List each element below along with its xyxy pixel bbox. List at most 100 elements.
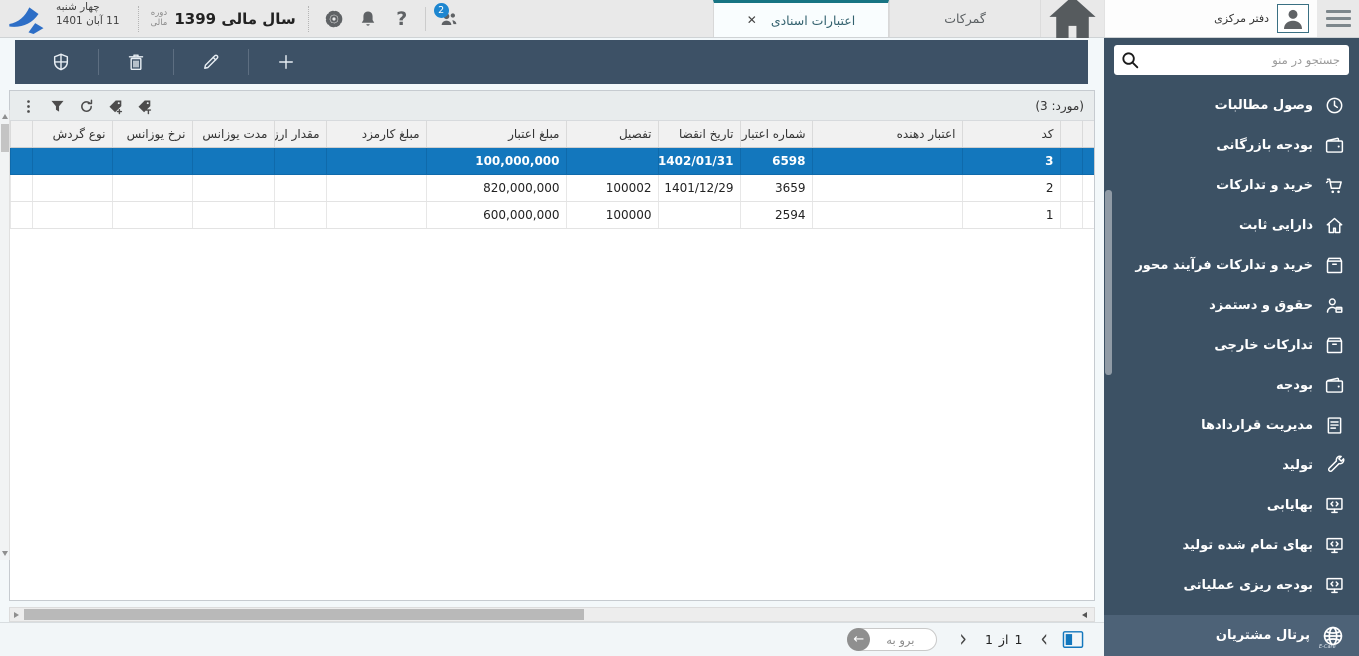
sidebar-item-label: وصول مطالبات [1215,98,1313,113]
permissions-button[interactable] [35,52,87,72]
sidebar-item[interactable]: حقوق و دستمزد [1104,285,1359,325]
table-row[interactable]: 236591401/12/29100002820,000,000 [11,174,1095,201]
card-view-toggle-icon[interactable] [1062,630,1084,650]
sidebar-item[interactable]: تولید [1104,445,1359,485]
home-button[interactable] [1040,0,1104,37]
column-header[interactable]: تاریخ انقضا [658,121,740,147]
settings-button[interactable] [317,0,351,37]
command-toolbar [15,40,1088,84]
sidebar-item[interactable]: تدارکات خارجی [1104,325,1359,365]
cart-icon [1324,175,1345,196]
table-cell: 100,000,000 [426,147,566,174]
column-header[interactable]: نرخ یوزانس [112,121,192,147]
table-cell [274,174,326,201]
credits-table: کداعتبار دهندهشماره اعتبارتاریخ انقضاتفص… [10,121,1094,229]
tag-filter-icon[interactable] [134,96,154,116]
column-header[interactable]: مبلغ کارمزد [326,121,426,147]
help-icon: ? [396,8,407,30]
close-tab-icon[interactable]: ✕ [747,13,757,27]
sidebar-item[interactable]: بهایابی [1104,485,1359,525]
table-cell [274,201,326,228]
sidebar-item[interactable]: وصول مطالبات [1104,85,1359,125]
tab-documentary-credits[interactable]: اعتبارات اسنادی ✕ [713,0,889,37]
column-header[interactable]: مقدار ارز [274,121,326,147]
add-button[interactable] [260,52,312,72]
scroll-right-icon[interactable] [14,612,19,618]
sidebar-item[interactable]: بودجه [1104,365,1359,405]
tool-icon [1324,455,1345,476]
home-outline-icon [1324,215,1345,236]
tag-plus-icon[interactable] [105,96,125,116]
kebab-icon[interactable] [18,96,38,116]
table-cell [192,201,274,228]
table-cell [32,201,112,228]
goto-page-button[interactable]: ← [847,628,870,651]
office-selector[interactable]: دفتر مرکزی [1104,0,1317,37]
notifications-button[interactable] [351,0,385,37]
shield-icon [51,52,71,72]
column-header[interactable]: اعتبار دهنده [812,121,962,147]
search-input[interactable] [1114,45,1349,75]
sidebar-scrollbar-thumb[interactable] [1105,190,1112,375]
sidebar-item[interactable]: خرید و تدارکات فرآیند محور [1104,245,1359,285]
refresh-icon[interactable] [76,96,96,116]
vertical-scrollbar[interactable] [0,110,10,560]
users-button[interactable]: 2 [432,0,466,37]
sidebar-item[interactable]: دارایی ثابت [1104,205,1359,245]
gear-icon [324,9,344,29]
sidebar-item[interactable]: مدیریت قراردادها [1104,405,1359,445]
prev-page-icon[interactable]: › [1040,628,1048,652]
scroll-up-icon[interactable] [2,114,8,119]
vertical-scrollbar-thumb[interactable] [1,124,9,152]
hamburger-menu-icon[interactable] [1317,0,1359,37]
scroll-left-icon[interactable] [1082,612,1087,618]
delete-button[interactable] [110,52,162,72]
table-cell [1082,174,1094,201]
table-cell: 100000 [566,201,658,228]
next-page-icon[interactable]: ‹ [959,628,967,652]
table-cell [32,174,112,201]
edit-button[interactable] [185,52,237,72]
avatar[interactable] [1277,4,1309,33]
table-cell [812,147,962,174]
sidebar-item-customer-portal[interactable]: E-Care پرتال مشتریان [1104,615,1359,656]
sidebar-item[interactable]: بهای تمام شده تولید [1104,525,1359,565]
menu-search [1114,45,1349,75]
credits-grid: (مورد: 3) کداعتبار دهندهشماره اعتبارتاری… [9,90,1095,601]
table-cell [812,174,962,201]
column-header[interactable]: مدت یوزانس [192,121,274,147]
table-row[interactable]: 12594100000600,000,000 [11,201,1095,228]
sidebar-item-label: خرید و تدارکات فرآیند محور [1135,258,1313,273]
help-button[interactable]: ? [385,0,419,37]
table-cell [1082,201,1094,228]
goto-page-input[interactable]: برو به ← [847,628,937,651]
app-logo [0,0,52,37]
sidebar-item-label: تدارکات خارجی [1214,338,1313,353]
column-header[interactable]: نوع گردش [32,121,112,147]
sidebar-item[interactable]: بودجه ریزی عملیاتی [1104,565,1359,605]
filter-icon[interactable] [47,96,67,116]
payroll-person-icon [1324,295,1345,316]
column-header[interactable] [1082,121,1094,147]
table-cell [326,201,426,228]
box-icon [1324,335,1345,356]
horizontal-scrollbar-thumb[interactable] [24,609,584,620]
scroll-down-icon[interactable] [2,551,8,556]
table-cell: 1401/12/29 [658,174,740,201]
sidebar-item[interactable]: خرید و تدارکات [1104,165,1359,205]
column-header[interactable]: کد [962,121,1060,147]
horizontal-scrollbar[interactable] [9,607,1095,622]
column-header[interactable] [1060,121,1082,147]
tab-customs[interactable]: گمرکات [889,0,1040,37]
column-header[interactable]: شماره اعتبار [740,121,812,147]
table-cell [326,147,426,174]
topbar-spacer [466,0,713,37]
table-row[interactable]: 365981402/01/31100,000,000 [11,147,1095,174]
table-cell [112,147,192,174]
sidebar-item-label: تولید [1282,458,1313,473]
column-header[interactable]: مبلغ اعتبار [426,121,566,147]
table-cell: 6598 [740,147,812,174]
sidebar-item[interactable]: بودجه بازرگانی [1104,125,1359,165]
fiscal-year-selector[interactable]: سال مالی 1399 دورهمالی [147,0,300,37]
column-header[interactable]: تفصیل [566,121,658,147]
